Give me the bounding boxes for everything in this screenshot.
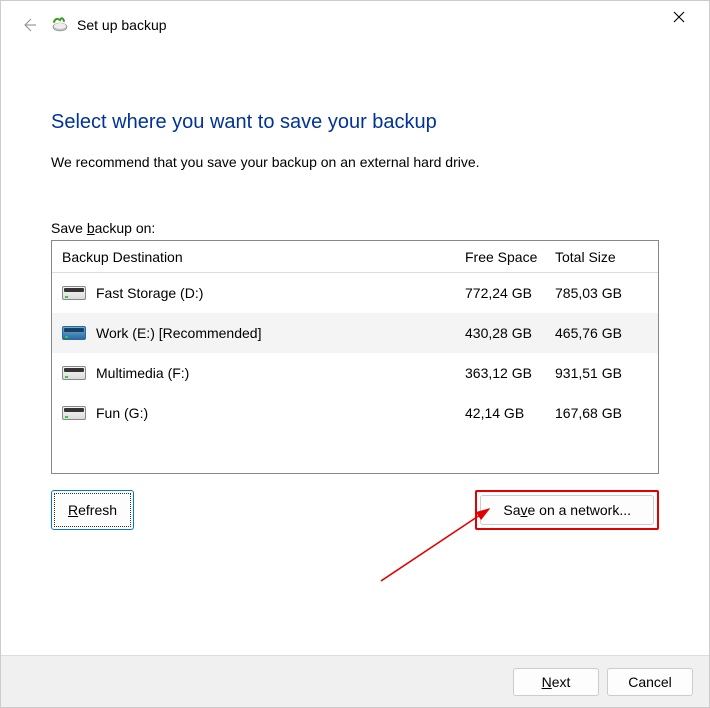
- drive-destination-cell: Work (E:) [Recommended]: [52, 325, 465, 341]
- drive-list-header: Backup Destination Free Space Total Size: [52, 241, 658, 273]
- cancel-button[interactable]: Cancel: [607, 668, 693, 696]
- button-label: Sa: [503, 502, 520, 518]
- drive-free-space: 42,14 GB: [465, 405, 555, 421]
- drive-name: Fast Storage (D:): [96, 285, 203, 301]
- drive-free-space: 430,28 GB: [465, 325, 555, 341]
- drive-total-size: 785,03 GB: [555, 285, 650, 301]
- refresh-button[interactable]: Refresh: [51, 490, 134, 530]
- wizard-footer: Next Cancel: [1, 655, 709, 707]
- drive-total-size: 465,76 GB: [555, 325, 650, 341]
- back-button[interactable]: [15, 11, 43, 39]
- action-row: Refresh Save on a network...: [51, 490, 659, 530]
- drive-row[interactable]: Fun (G:) 42,14 GB167,68 GB: [52, 393, 658, 433]
- drive-destination-cell: Multimedia (F:): [52, 365, 465, 381]
- button-label: ext: [552, 674, 571, 690]
- button-label: efresh: [78, 502, 117, 518]
- label-text: ackup on:: [95, 220, 156, 236]
- button-label: e on a network...: [527, 502, 631, 518]
- col-total-size: Total Size: [555, 249, 650, 265]
- drive-row[interactable]: Multimedia (F:) 363,12 GB931,51 GB: [52, 353, 658, 393]
- drive-row[interactable]: Work (E:) [Recommended] 430,28 GB465,76 G…: [52, 313, 658, 353]
- drive-total-size: 167,68 GB: [555, 405, 650, 421]
- label-text: b: [87, 220, 95, 236]
- hard-drive-icon: [62, 326, 86, 340]
- button-label: R: [68, 502, 78, 518]
- hard-drive-icon: [62, 406, 86, 420]
- drive-list[interactable]: Backup Destination Free Space Total Size…: [51, 240, 659, 474]
- window-title: Set up backup: [77, 17, 659, 33]
- annotation-highlight-box: Save on a network...: [475, 490, 659, 530]
- drive-name: Multimedia (F:): [96, 365, 189, 381]
- backup-wizard-icon: [51, 16, 69, 34]
- save-on-network-button[interactable]: Save on a network...: [480, 495, 654, 525]
- drive-name: Work (E:) [Recommended]: [96, 325, 261, 341]
- drive-destination-cell: Fun (G:): [52, 405, 465, 421]
- save-on-label: Save backup on:: [51, 220, 659, 236]
- col-free-space: Free Space: [465, 249, 555, 265]
- col-destination: Backup Destination: [52, 249, 465, 265]
- drive-list-empty-space: [52, 433, 658, 473]
- drive-row[interactable]: Fast Storage (D:) 772,24 GB785,03 GB: [52, 273, 658, 313]
- main-content: Select where you want to save your backu…: [1, 49, 709, 530]
- drive-free-space: 363,12 GB: [465, 365, 555, 381]
- button-label: N: [542, 674, 552, 690]
- hard-drive-icon: [62, 366, 86, 380]
- label-text: Save: [51, 220, 87, 236]
- next-button[interactable]: Next: [513, 668, 599, 696]
- drive-total-size: 931,51 GB: [555, 365, 650, 381]
- page-subtext: We recommend that you save your backup o…: [51, 154, 659, 170]
- drive-free-space: 772,24 GB: [465, 285, 555, 301]
- hard-drive-icon: [62, 286, 86, 300]
- drive-name: Fun (G:): [96, 405, 148, 421]
- close-button[interactable]: [659, 1, 699, 33]
- titlebar: Set up backup: [1, 1, 709, 49]
- drive-destination-cell: Fast Storage (D:): [52, 285, 465, 301]
- page-heading: Select where you want to save your backu…: [51, 111, 659, 134]
